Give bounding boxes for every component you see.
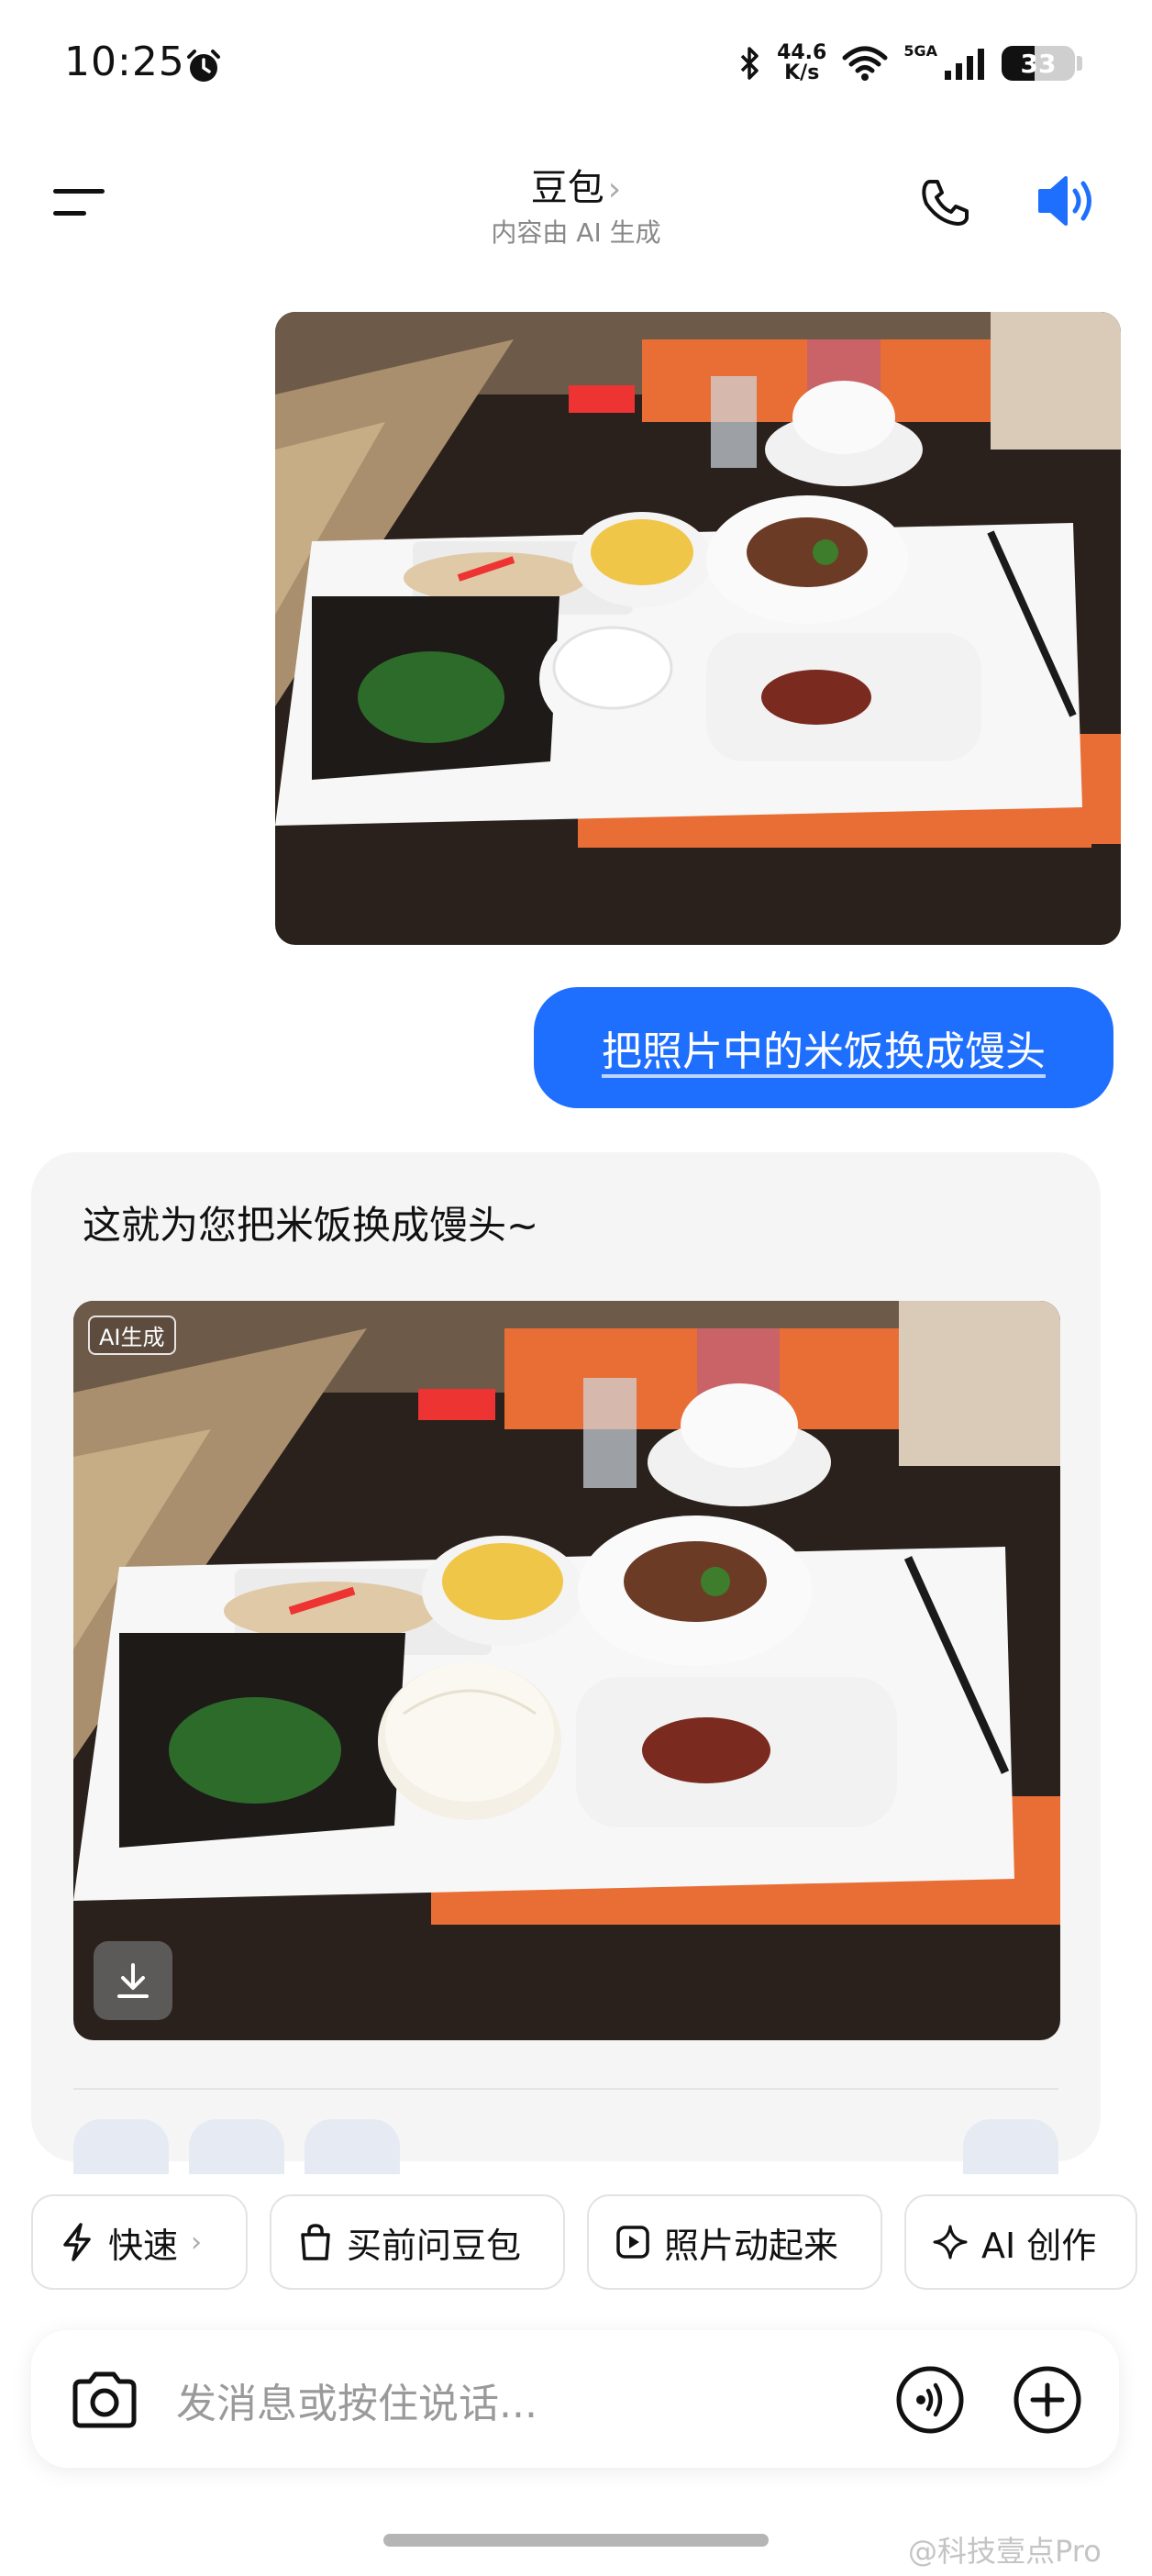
assistant-message-text: 这就为您把米饭换成馒头~ (83, 1203, 539, 1248)
chip-label: 照片动起来 (664, 2225, 839, 2266)
chip-shopping-ask[interactable]: 买前问豆包 (270, 2194, 565, 2290)
sparkle-icon (933, 2225, 968, 2260)
quick-actions-row: 快速 › 买前问豆包 照片动起来 AI 创作 (31, 2194, 1137, 2290)
chip-ai-create[interactable]: AI 创作 (904, 2194, 1137, 2290)
voice-call-icon[interactable] (895, 2365, 965, 2435)
watermark: @科技壹点Pro (908, 2534, 1102, 2569)
speaker-icon[interactable] (1035, 171, 1099, 231)
chat-title-text: 豆包 (530, 167, 604, 209)
network-speed: 44.6 K/s (777, 41, 827, 84)
alarm-icon (187, 50, 220, 82)
camera-icon[interactable] (68, 2363, 141, 2437)
wifi-icon (842, 46, 888, 81)
cellular-signal-icon (945, 49, 984, 80)
reply-divider (73, 2088, 1058, 2090)
download-icon (117, 1963, 149, 1998)
shopping-bag-icon (301, 2224, 330, 2260)
phone-icon[interactable] (917, 174, 972, 229)
download-button[interactable] (94, 1941, 172, 2020)
edited-food-tray-image (73, 1301, 1060, 2040)
user-message-bubble[interactable]: 把照片中的米饭换成馒头 (534, 987, 1113, 1108)
bolt-icon (63, 2223, 91, 2261)
play-icon (616, 2226, 649, 2259)
status-indicators: 44.6 K/s 5GA 33 (738, 42, 1082, 84)
user-uploaded-photo[interactable] (275, 312, 1121, 945)
ai-disclaimer: 内容由 AI 生成 (491, 217, 661, 248)
chip-fast-mode[interactable]: 快速 › (31, 2194, 248, 2290)
ai-generated-badge: AI生成 (88, 1316, 176, 1355)
chip-animate-photo[interactable]: 照片动起来 (587, 2194, 882, 2290)
chip-label: AI 创作 (981, 2225, 1097, 2266)
chip-label: 买前问豆包 (347, 2225, 522, 2266)
copy-action-button[interactable] (73, 2119, 169, 2174)
refresh-action-button[interactable] (963, 2119, 1058, 2174)
user-message-text: 把照片中的米饭换成馒头 (602, 1028, 1046, 1075)
battery-indicator: 33 (1002, 46, 1075, 81)
signal-type-label: 5GA (903, 41, 937, 60)
share-action-button[interactable] (189, 2119, 284, 2174)
chevron-right-icon: › (191, 2226, 203, 2259)
food-tray-image (275, 312, 1121, 945)
chat-title[interactable]: 豆包 › (0, 158, 1152, 211)
message-input-placeholder[interactable]: 发消息或按住说话... (176, 2371, 537, 2429)
save-action-button[interactable] (305, 2119, 400, 2174)
generated-photo[interactable] (73, 1301, 1060, 2040)
plus-icon[interactable] (1013, 2365, 1082, 2435)
chevron-right-icon: › (607, 171, 622, 208)
chip-label: 快速 (108, 2225, 179, 2266)
home-indicator[interactable] (383, 2534, 769, 2547)
status-time: 10:25 (64, 39, 185, 85)
bluetooth-icon (740, 47, 759, 80)
